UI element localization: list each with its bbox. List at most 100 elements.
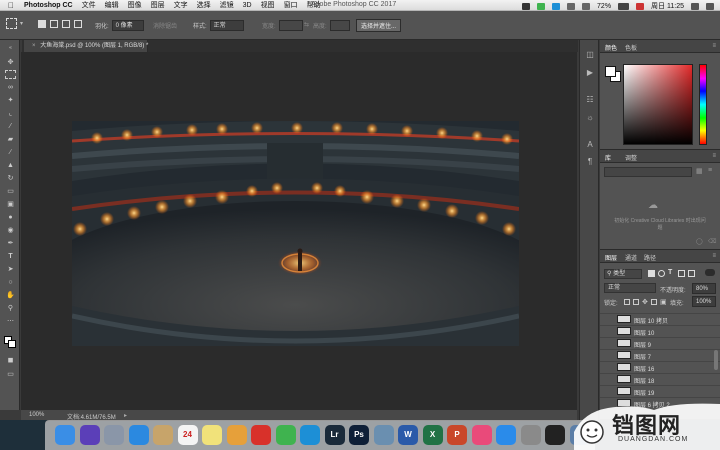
layer-row[interactable]: 图层 18 xyxy=(600,373,720,385)
volume-icon[interactable] xyxy=(582,2,591,10)
menu-layer[interactable]: 图层 xyxy=(151,0,165,10)
height-input[interactable] xyxy=(329,20,350,31)
visibility-icon[interactable] xyxy=(604,364,610,370)
quick-mask-icon[interactable]: ◼ xyxy=(5,356,16,365)
blur-tool-icon[interactable]: ● xyxy=(5,213,16,222)
visibility-icon[interactable] xyxy=(604,388,610,394)
subtract-selection-icon[interactable] xyxy=(62,20,70,28)
siri-icon[interactable] xyxy=(79,425,100,445)
settings-icon[interactable] xyxy=(520,425,541,445)
brush-tool-icon[interactable]: ∕ xyxy=(5,148,16,157)
photoshop-icon[interactable]: Ps xyxy=(349,425,369,445)
hand-tool-icon[interactable]: ✋ xyxy=(5,291,16,300)
apple-icon[interactable]:  xyxy=(8,1,18,10)
document-image[interactable] xyxy=(72,121,519,346)
flag-icon[interactable] xyxy=(636,2,645,10)
netease-icon[interactable] xyxy=(251,425,271,445)
menu-view[interactable]: 视图 xyxy=(261,0,275,10)
layer-row[interactable]: 图层 9 xyxy=(600,337,720,349)
foreground-color-preview[interactable] xyxy=(605,66,616,77)
healing-tool-icon[interactable]: ▰ xyxy=(5,135,16,144)
properties-panel-icon[interactable]: ☷ xyxy=(585,95,595,104)
lock-all-icon[interactable]: ▣ xyxy=(660,298,667,306)
zoom-level[interactable]: 100% xyxy=(29,412,44,418)
collapse-tools-icon[interactable]: « xyxy=(5,44,16,53)
screen-mode-icon[interactable]: ▭ xyxy=(5,370,16,379)
marquee-tool-icon[interactable] xyxy=(5,70,16,79)
clock[interactable]: 周日 11:25 xyxy=(651,1,684,11)
document-tab[interactable]: × 大鱼海棠.psd @ 100% (图层 1, RGB/8) * xyxy=(24,40,148,52)
library-dropdown[interactable] xyxy=(604,167,692,177)
word-icon[interactable]: W xyxy=(398,425,418,445)
antialias-checkbox[interactable]: 消除锯齿 xyxy=(153,21,177,30)
layer-row[interactable]: 图层 10 拷贝 xyxy=(600,313,720,325)
move-tool-icon[interactable]: ✥ xyxy=(5,58,16,67)
shape-tool-icon[interactable]: ○ xyxy=(5,278,16,287)
brush-panel-icon[interactable]: ☼ xyxy=(585,113,595,122)
trash-icon[interactable]: ⌫ xyxy=(708,238,716,245)
layers-scrollbar[interactable] xyxy=(714,350,718,370)
lock-position-icon[interactable]: ✥ xyxy=(642,298,648,306)
wechat-status-icon[interactable] xyxy=(537,2,546,10)
visibility-icon[interactable] xyxy=(604,352,610,358)
tab-adjustments[interactable]: 调整 xyxy=(625,153,637,162)
layer-kind-filter[interactable]: ⚲ 类型 xyxy=(604,269,642,279)
filter-type-icon[interactable]: T xyxy=(668,269,672,276)
tab-channels[interactable]: 通道 xyxy=(625,253,637,262)
lightroom-icon[interactable]: Lr xyxy=(324,425,345,445)
filter-pixel-icon[interactable] xyxy=(648,270,655,277)
select-and-mask-button[interactable]: 选择并遮住... xyxy=(356,19,402,32)
tab-swatches[interactable]: 色板 xyxy=(625,43,637,52)
layer-row[interactable]: 图层 19 xyxy=(600,385,720,397)
terminal-icon[interactable] xyxy=(545,425,565,445)
menu-app-name[interactable]: Photoshop CC xyxy=(24,2,73,9)
lock-artboard-icon[interactable] xyxy=(651,299,657,305)
visibility-icon[interactable] xyxy=(604,340,610,346)
launchpad-icon[interactable] xyxy=(104,425,124,445)
actions-panel-icon[interactable]: ▶ xyxy=(585,68,595,77)
panel-menu-icon[interactable]: ≡ xyxy=(712,153,716,159)
path-select-tool-icon[interactable]: ➤ xyxy=(5,265,16,274)
filter-smart-icon[interactable] xyxy=(688,270,695,277)
music-icon[interactable] xyxy=(471,425,492,445)
filter-shape-icon[interactable] xyxy=(678,270,685,277)
menu-edit[interactable]: 编辑 xyxy=(105,0,119,10)
panel-menu-icon[interactable]: ≡ xyxy=(712,43,716,49)
menu-type[interactable]: 文字 xyxy=(174,0,188,10)
blend-mode-select[interactable]: 正常 xyxy=(604,283,656,293)
hue-slider[interactable] xyxy=(699,64,707,145)
filter-adjust-icon[interactable] xyxy=(658,270,665,277)
pen-tool-icon[interactable]: ✒ xyxy=(5,239,16,248)
panel-menu-icon[interactable]: ≡ xyxy=(712,253,716,259)
eyedropper-tool-icon[interactable]: ⁄ xyxy=(5,122,16,131)
filter-toggle[interactable] xyxy=(705,269,715,276)
layer-row[interactable]: 图层 16 xyxy=(600,361,720,373)
dodge-tool-icon[interactable]: ◉ xyxy=(5,226,16,235)
character-panel-icon[interactable]: A xyxy=(585,140,595,149)
menu-image[interactable]: 图像 xyxy=(128,0,142,10)
wifi-icon[interactable] xyxy=(567,2,576,10)
calendar-icon[interactable]: 24 xyxy=(177,425,198,445)
search-icon[interactable] xyxy=(691,2,699,10)
more-tools-icon[interactable]: ⋯ xyxy=(5,317,16,326)
style-select[interactable]: 正常 xyxy=(209,20,244,31)
menu-3d[interactable]: 3D xyxy=(243,2,252,9)
opacity-input[interactable]: 80% xyxy=(692,283,716,294)
excel-icon[interactable]: X xyxy=(422,425,443,445)
crop-tool-icon[interactable]: ⌞ xyxy=(5,109,16,118)
background-color-swatch[interactable] xyxy=(8,340,16,348)
qq-status-icon[interactable] xyxy=(552,2,561,10)
fill-input[interactable]: 100% xyxy=(692,296,716,307)
cloud-icon[interactable] xyxy=(522,2,531,10)
tool-preset-picker[interactable]: ▾ xyxy=(6,18,23,29)
battery-icon[interactable] xyxy=(618,2,630,10)
layer-row[interactable]: 图层 10 xyxy=(600,325,720,337)
stamp-tool-icon[interactable]: ▲ xyxy=(5,161,16,170)
cc-icon[interactable]: ◯ xyxy=(696,238,703,245)
menu-select[interactable]: 选择 xyxy=(197,0,211,10)
powerpoint-icon[interactable]: P xyxy=(447,425,467,445)
notes-icon[interactable] xyxy=(153,425,173,445)
finder-icon[interactable] xyxy=(55,425,75,445)
tab-color[interactable]: 颜色 xyxy=(605,43,617,52)
qq-icon[interactable] xyxy=(300,425,320,445)
